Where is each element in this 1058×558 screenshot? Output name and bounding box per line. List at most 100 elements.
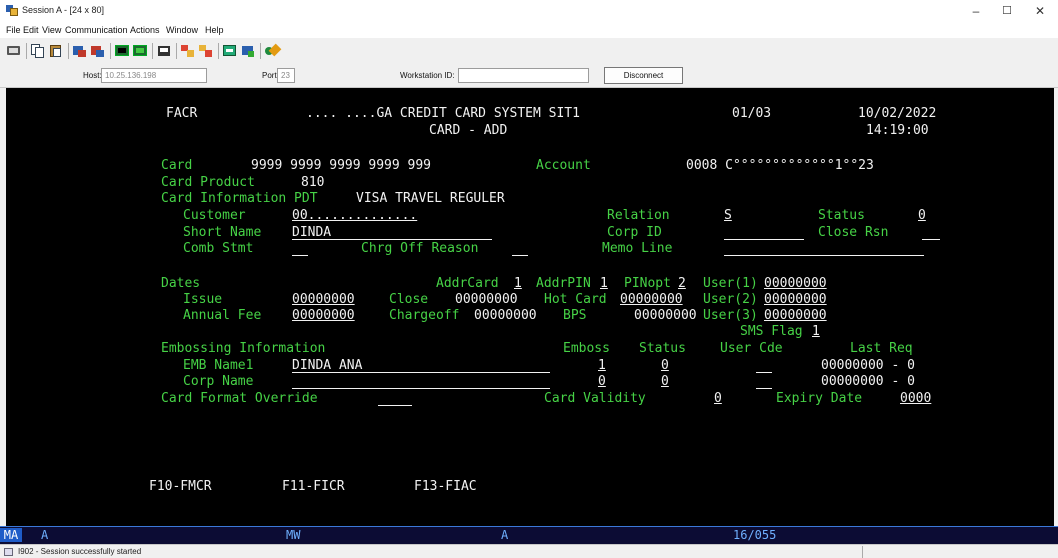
card-info-value: VISA TRAVEL REGULER — [356, 191, 505, 206]
emb-emboss-field[interactable]: 1 — [598, 358, 606, 373]
card-validity-field[interactable]: 0 — [714, 391, 722, 406]
corp-last-req: 00000000 - 0 — [821, 374, 915, 389]
relation-field[interactable]: S — [724, 208, 732, 223]
screen-time: 14:19:00 — [866, 123, 929, 138]
session-status-icon — [4, 548, 13, 556]
emb-name-field[interactable]: DINDA ANA — [292, 358, 362, 373]
copy-icon[interactable] — [30, 43, 46, 59]
session-app-icon — [6, 5, 18, 16]
chrg-off-field[interactable] — [512, 255, 528, 256]
sms-flag-field[interactable]: 1 — [812, 324, 820, 339]
status-field[interactable]: 0 — [918, 208, 926, 223]
macro-icon[interactable] — [198, 43, 214, 59]
maximize-button[interactable]: ☐ — [993, 2, 1021, 20]
memo-line-field[interactable] — [724, 255, 924, 256]
receive-icon[interactable] — [90, 43, 106, 59]
menu-window[interactable]: Window — [166, 25, 198, 35]
short-name-field[interactable]: DINDA — [292, 225, 331, 240]
send-icon[interactable] — [72, 43, 88, 59]
corp-id-field[interactable] — [724, 239, 804, 240]
corp-name-field[interactable] — [292, 388, 550, 389]
account-number: 0008 C°°°°°°°°°°°°°1°°23 — [686, 158, 874, 173]
pinopt-field[interactable]: 2 — [678, 276, 686, 291]
toolbar-separator — [152, 43, 153, 59]
status-label: Status — [818, 208, 865, 223]
expiry-date-field[interactable]: 0000 — [900, 391, 931, 406]
bps-label: BPS — [563, 308, 587, 323]
customer-field[interactable]: 00.............. — [292, 208, 417, 223]
pf-key-f11[interactable]: F11-FICR — [282, 479, 345, 494]
sms-flag-label: SMS Flag — [740, 324, 803, 339]
menu-help[interactable]: Help — [205, 25, 224, 35]
addrpin-field[interactable]: 1 — [600, 276, 608, 291]
minimize-button[interactable]: – — [962, 2, 990, 20]
emb-status-field[interactable]: 0 — [661, 358, 669, 373]
oia-mw-indicator: MW — [286, 528, 301, 542]
corp-user-cde-field[interactable] — [756, 388, 772, 389]
menu-bar: File Edit View Communication Actions Win… — [0, 22, 1058, 38]
status-divider — [862, 546, 863, 558]
memo-line-label: Memo Line — [602, 241, 673, 256]
display-icon[interactable] — [114, 43, 130, 59]
terminal-screen[interactable]: FACR .... ....GA CREDIT CARD SYSTEM SIT1… — [6, 88, 1054, 526]
addrcard-field[interactable]: 1 — [514, 276, 522, 291]
user1-label: User(1) — [703, 276, 758, 291]
format-override-field[interactable] — [378, 405, 412, 406]
emb-name-label: EMB Name1 — [183, 358, 254, 373]
help-icon[interactable] — [264, 43, 282, 59]
window-title: Session A - [24 x 80] — [22, 5, 105, 15]
issue-field[interactable]: 00000000 — [292, 292, 355, 307]
close-button[interactable]: ✕ — [1026, 2, 1054, 20]
oia-mb-indicator: MA — [0, 528, 22, 542]
port-field[interactable]: 23 — [277, 68, 295, 83]
comb-stmt-field[interactable] — [292, 255, 308, 256]
system-title: .... ....GA CREDIT CARD SYSTEM SIT1 — [306, 106, 580, 121]
disconnect-button[interactable]: Disconnect — [604, 67, 683, 84]
last-req-column: Last Req — [850, 341, 913, 356]
keypad-icon[interactable] — [132, 43, 148, 59]
hot-card-field[interactable]: 00000000 — [620, 292, 683, 307]
connection-bar: Host: 10.25.136.198 Port: 23 Workstation… — [0, 64, 1058, 88]
host-field[interactable]: 10.25.136.198 — [101, 68, 207, 83]
card-validity-label: Card Validity — [544, 391, 646, 406]
user1-field[interactable]: 00000000 — [764, 276, 827, 291]
menu-edit[interactable]: Edit — [23, 25, 39, 35]
paste-icon[interactable] — [48, 43, 64, 59]
pf-key-f10[interactable]: F10-FMCR — [149, 479, 212, 494]
user3-field[interactable]: 00000000 — [764, 308, 827, 323]
operator-information-area: MA A MW A 16/055 — [0, 526, 1058, 544]
customize-icon[interactable] — [222, 43, 238, 59]
menu-communication[interactable]: Communication — [65, 25, 128, 35]
color-icon[interactable] — [240, 43, 256, 59]
close-label: Close — [389, 292, 429, 307]
menu-view[interactable]: View — [42, 25, 61, 35]
workstation-field[interactable] — [458, 68, 589, 83]
toolbar-separator — [68, 43, 69, 59]
user3-label: User(3) — [703, 308, 758, 323]
record-icon[interactable] — [156, 43, 172, 59]
corp-status-field[interactable]: 0 — [661, 374, 669, 389]
toolbar-separator — [110, 43, 111, 59]
embossing-label: Embossing Information — [161, 341, 326, 356]
chrg-off-label: Chrg Off Reason — [361, 241, 479, 256]
card-product-value: 810 — [301, 175, 325, 190]
menu-file[interactable]: File — [6, 25, 21, 35]
expiry-date-label: Expiry Date — [776, 391, 863, 406]
menu-actions[interactable]: Actions — [130, 25, 160, 35]
user2-label: User(2) — [703, 292, 758, 307]
toolbar-separator — [218, 43, 219, 59]
oia-indicator-b: A — [501, 528, 509, 542]
emb-name-underline — [292, 372, 550, 373]
print-screen-icon[interactable] — [6, 43, 22, 59]
short-name-underline — [292, 239, 492, 240]
corp-emboss-field[interactable]: 0 — [598, 374, 606, 389]
playback-icon[interactable] — [180, 43, 196, 59]
annual-fee-field[interactable]: 00000000 — [292, 308, 355, 323]
customer-label: Customer — [183, 208, 246, 223]
pf-key-f13[interactable]: F13-FIAC — [414, 479, 477, 494]
toolbar-separator — [26, 43, 27, 59]
emboss-column: Emboss — [563, 341, 610, 356]
emb-user-cde-field[interactable] — [756, 372, 772, 373]
user2-field[interactable]: 00000000 — [764, 292, 827, 307]
close-rsn-field[interactable] — [922, 239, 940, 240]
